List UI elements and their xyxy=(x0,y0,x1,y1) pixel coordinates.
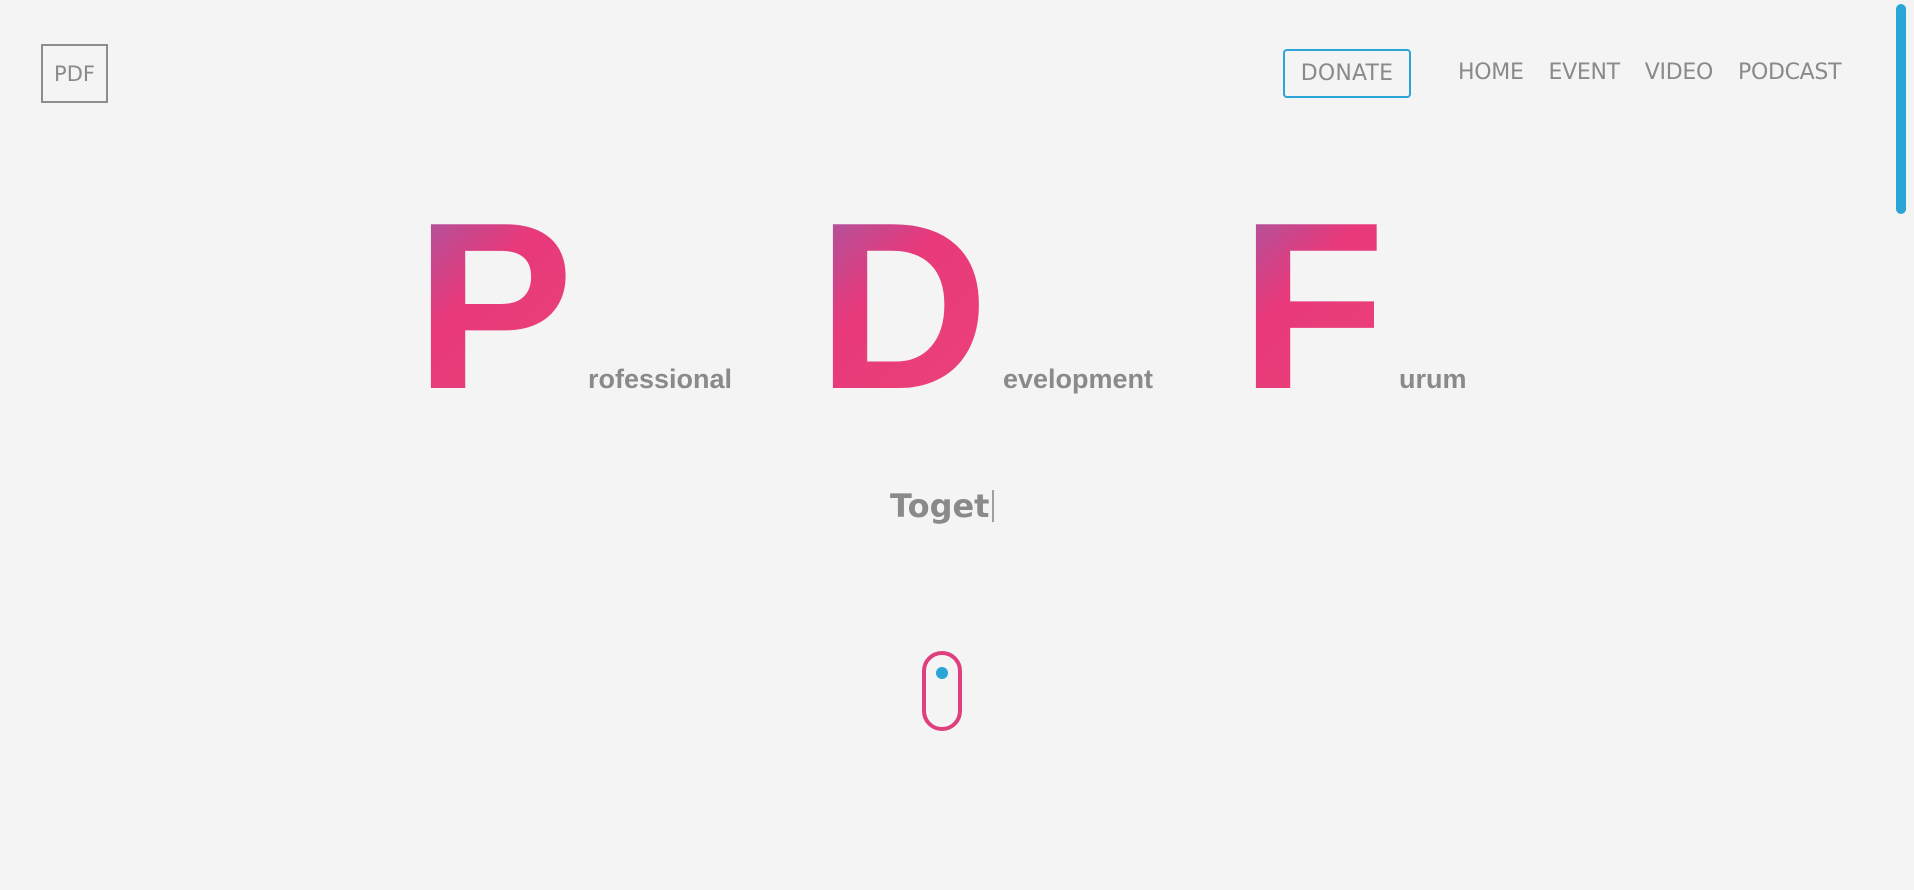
nav-podcast-link[interactable]: PODCAST xyxy=(1738,58,1842,88)
typing-cursor xyxy=(992,490,995,522)
nav-home-link[interactable]: HOME xyxy=(1458,58,1524,88)
hero-word-forum: urum xyxy=(1399,364,1467,394)
hero-letter-f: F xyxy=(1240,174,1386,439)
nav-video-link[interactable]: VIDEO xyxy=(1645,58,1714,88)
main-nav: HOME EVENT VIDEO PODCAST xyxy=(1458,58,1842,88)
mouse-scroll-icon[interactable] xyxy=(922,651,962,731)
tagline-text: Toget xyxy=(890,487,990,525)
page: PDF DONATE HOME EVENT VIDEO PODCAST P ro… xyxy=(0,0,1914,890)
mouse-scroll-dot xyxy=(936,667,948,679)
donate-label: DONATE xyxy=(1300,61,1394,86)
hero-letter-p: P xyxy=(415,174,574,439)
typing-tagline: Toget xyxy=(890,485,995,527)
donate-button[interactable]: DONATE xyxy=(1283,49,1411,98)
logo-label: PDF xyxy=(54,61,95,86)
hero-word-development: evelopment xyxy=(1003,364,1154,394)
hero-letter-d: D xyxy=(817,174,989,439)
logo-link[interactable]: PDF xyxy=(41,44,108,103)
hero-word-professional: rofessional xyxy=(588,364,733,394)
nav-event-link[interactable]: EVENT xyxy=(1549,58,1621,88)
page-scrollbar-thumb[interactable] xyxy=(1896,4,1906,214)
